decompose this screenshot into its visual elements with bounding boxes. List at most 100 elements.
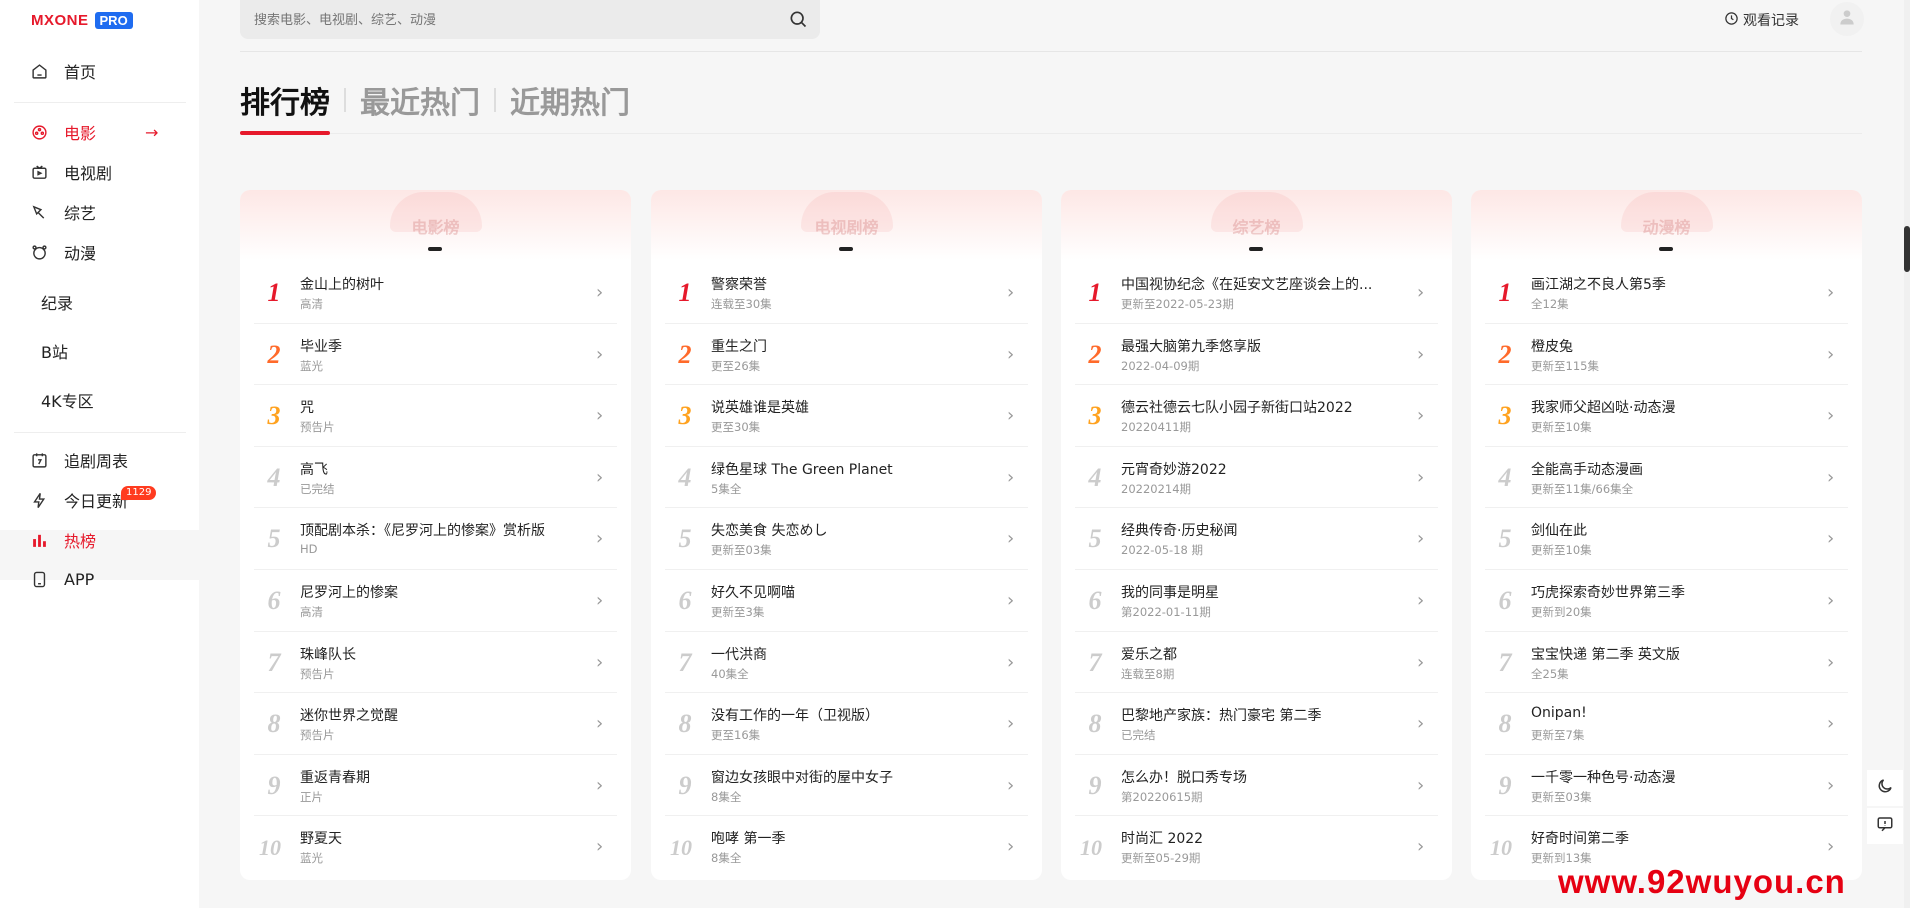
list-item[interactable]: 7 宝宝快递 第二季 英文版 全25集 › (1485, 632, 1848, 694)
scrollbar-thumb[interactable] (1904, 226, 1910, 272)
list-item[interactable]: 10 野夏天 蓝光 › (254, 816, 617, 878)
ranking-card-variety: 综艺榜 1 中国视协纪念《在延安文艺座谈会上的... 更新至2022-05-23期 › 2… (1061, 190, 1452, 880)
list-item[interactable]: 9 一千零一种色号·动态漫 更新至03集 › (1485, 755, 1848, 817)
nav-4k[interactable]: 4K专区 (0, 382, 199, 418)
nav-schedule[interactable]: 追剧周表 (0, 442, 199, 478)
list-item[interactable]: 2 重生之门 更至26集 › (665, 324, 1028, 386)
list-item[interactable]: 9 窗边女孩眼中对街的屋中女子 8集全 › (665, 755, 1028, 817)
list-item[interactable]: 3 说英雄谁是英雄 更至30集 › (665, 385, 1028, 447)
list-item[interactable]: 4 绿色星球 The Green Planet 5集全 › (665, 447, 1028, 509)
rank-number: 9 (1088, 770, 1102, 800)
list-item[interactable]: 10 咆哮 第一季 8集全 › (665, 816, 1028, 878)
list-item[interactable]: 2 橙皮兔 更新至115集 › (1485, 324, 1848, 386)
list-item[interactable]: 6 好久不见啊喵 更新至3集 › (665, 570, 1028, 632)
list-item[interactable]: 3 我家师父超凶哒·动态漫 更新至10集 › (1485, 385, 1848, 447)
watch-history-link[interactable]: 观看记录 (1724, 10, 1799, 30)
item-title: 顶配剧本杀：《尼罗河上的惨案》赏析版 (300, 523, 545, 540)
nav-hot[interactable]: 热榜 (0, 522, 199, 558)
nav-movie[interactable]: 电影 → (0, 114, 199, 150)
list-item[interactable]: 8 没有工作的一年（卫视版） 更至16集 › (665, 693, 1028, 755)
chevron-right-icon: › (596, 774, 604, 796)
list-item[interactable]: 7 爱乐之都 连载至8期 › (1075, 632, 1438, 694)
nav-anime[interactable]: 动漫 (0, 234, 199, 270)
list-item[interactable]: 7 珠峰队长 预告片 › (254, 632, 617, 694)
rank-number: 5 (1498, 524, 1512, 554)
item-title: 经典传奇·历史秘闻 (1121, 523, 1238, 540)
list-item[interactable]: 4 全能高手动态漫画 更新至11集/66集全 › (1485, 447, 1848, 509)
list-item[interactable]: 1 中国视协纪念《在延安文艺座谈会上的... 更新至2022-05-23期 › (1075, 262, 1438, 324)
nav-home[interactable]: 首页 (0, 53, 199, 89)
rank-number: 3 (678, 401, 692, 431)
list-item[interactable]: 5 经典传奇·历史秘闻 2022-05-18 期 › (1075, 508, 1438, 570)
nav-schedule-label: 追剧周表 (64, 452, 129, 471)
chevron-right-icon: › (596, 282, 604, 303)
list-item[interactable]: 5 剑仙在此 更新至10集 › (1485, 508, 1848, 570)
list-item[interactable]: 4 高飞 已完结 › (254, 447, 617, 509)
chevron-right-icon: › (1007, 405, 1015, 427)
card-header: 电影榜 (240, 190, 631, 260)
nav-tv[interactable]: 电视剧 (0, 154, 199, 190)
list-item[interactable]: 1 画江湖之不良人第5季 全12集 › (1485, 262, 1848, 324)
nav-home-label: 首页 (64, 63, 97, 82)
item-title: 好奇时间第二季 (1531, 831, 1629, 848)
list-item[interactable]: 2 毕业季 蓝光 › (254, 324, 617, 386)
nav-bilibili[interactable]: B站 (0, 333, 199, 369)
list-item[interactable]: 10 时尚汇 2022 更新至05-29期 › (1075, 816, 1438, 878)
tab-divider (494, 88, 496, 112)
item-status: 更至30集 (711, 420, 761, 435)
item-status: 更新至03集 (711, 543, 772, 558)
anime-icon (30, 243, 48, 261)
list-item[interactable]: 8 Onipan! 更新至7集 › (1485, 693, 1848, 755)
item-status: 更新至10集 (1531, 543, 1592, 558)
item-status: 8集全 (711, 789, 742, 804)
chevron-right-icon: › (1007, 651, 1015, 673)
tab-ranking[interactable]: 排行榜 (240, 78, 330, 122)
list-item[interactable]: 6 尼罗河上的惨案 高清 › (254, 570, 617, 632)
nav-documentary[interactable]: 纪录 (0, 284, 199, 320)
ranking-tabs: 排行榜 最近热门 近期热门 (240, 78, 630, 122)
tab-recent-hot[interactable]: 最近热门 (360, 78, 480, 122)
list-item[interactable]: 5 顶配剧本杀：《尼罗河上的惨案》赏析版 HD › (254, 508, 617, 570)
divider (14, 432, 186, 433)
top-bar: 观看记录 (240, 0, 1864, 52)
dark-mode-toggle[interactable] (1867, 770, 1903, 806)
list-item[interactable]: 6 我的同事是明星 第2022-01-11期 › (1075, 570, 1438, 632)
tab-near-hot[interactable]: 近期热门 (510, 78, 630, 122)
chevron-right-icon: › (1007, 774, 1015, 796)
chevron-right-icon: › (596, 466, 604, 488)
list-item[interactable]: 6 巧虎探索奇妙世界第三季 更新到20集 › (1485, 570, 1848, 632)
avatar[interactable] (1830, 2, 1864, 36)
item-status: 更至16集 (711, 728, 761, 743)
list-item[interactable]: 1 金山上的树叶 高清 › (254, 262, 617, 324)
rank-number: 5 (1088, 524, 1102, 554)
list-item[interactable]: 8 巴黎地产家族：热门豪宅 第二季 已完结 › (1075, 693, 1438, 755)
chevron-right-icon: › (1417, 466, 1425, 488)
list-item[interactable]: 9 怎么办！脱口秀专场 第20220615期 › (1075, 755, 1438, 817)
list-item[interactable]: 5 失恋美食 失恋めし 更新至03集 › (665, 508, 1028, 570)
list-item[interactable]: 2 最强大脑第九季悠享版 2022-04-09期 › (1075, 324, 1438, 386)
card-indicator (428, 247, 442, 251)
chevron-right-icon: › (1827, 713, 1835, 735)
scrollbar-track[interactable] (1904, 0, 1910, 908)
list-item[interactable]: 4 元宵奇妙游2022 20220214期 › (1075, 447, 1438, 509)
sidebar: MXONE PRO 首页 电影 → 电视剧 综艺 动漫 纪录 B站 4K专区 追… (0, 0, 199, 908)
list-item[interactable]: 7 一代洪商 40集全 › (665, 632, 1028, 694)
nav-today-update[interactable]: 今日更新 1129 (0, 482, 199, 518)
list-item[interactable]: 9 重返青春期 正片 › (254, 755, 617, 817)
rank-number: 5 (678, 524, 692, 554)
list-item[interactable]: 3 德云社德云七队小园子新街口站2022 20220411期 › (1075, 385, 1438, 447)
clock-icon (1724, 11, 1739, 30)
search-icon[interactable] (788, 9, 808, 33)
list-item[interactable]: 3 咒预告片 › (254, 385, 617, 447)
feedback-button[interactable] (1867, 808, 1903, 844)
rank-number: 2 (1088, 339, 1102, 369)
search-input[interactable] (254, 10, 754, 30)
item-status: 预告片 (300, 728, 335, 743)
item-status: 更新至10集 (1531, 420, 1592, 435)
logo[interactable]: MXONE PRO (31, 12, 133, 29)
logo-pro-badge: PRO (94, 12, 133, 29)
nav-variety[interactable]: 综艺 (0, 194, 199, 230)
list-item[interactable]: 8 迷你世界之觉醒 预告片 › (254, 693, 617, 755)
nav-app[interactable]: APP (0, 561, 199, 597)
list-item[interactable]: 1 警察荣誉 连载至30集 › (665, 262, 1028, 324)
